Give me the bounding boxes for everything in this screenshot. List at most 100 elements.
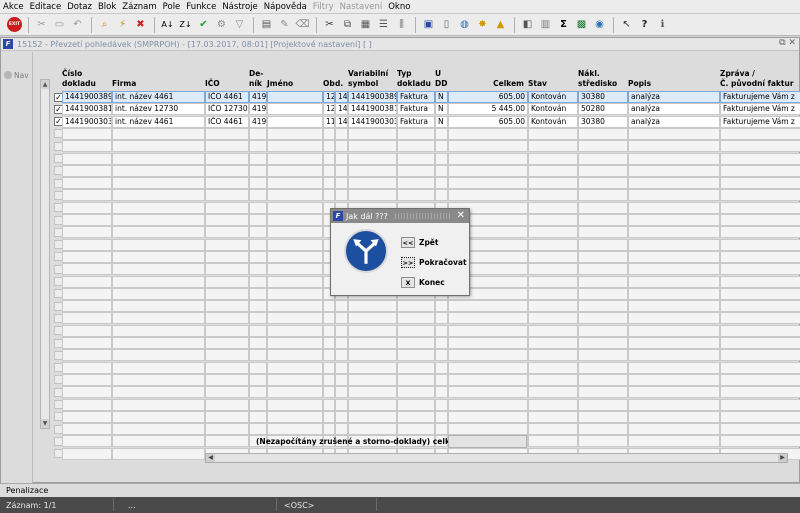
- empty-grid-cell[interactable]: [348, 152, 397, 165]
- empty-grid-cell[interactable]: [578, 201, 628, 214]
- empty-grid-cell[interactable]: [448, 189, 528, 202]
- grid-cell[interactable]: Kontován: [528, 103, 578, 116]
- empty-grid-cell[interactable]: [267, 423, 323, 436]
- empty-grid-cell[interactable]: [720, 214, 800, 226]
- empty-grid-cell[interactable]: [578, 238, 628, 251]
- nav-button[interactable]: Nav: [4, 69, 31, 81]
- empty-grid-cell[interactable]: [205, 177, 249, 190]
- empty-grid-cell[interactable]: [578, 349, 628, 362]
- help-icon[interactable]: ?: [636, 16, 653, 33]
- empty-grid-cell[interactable]: [397, 189, 435, 202]
- empty-grid-cell[interactable]: [249, 361, 267, 374]
- grid-cell[interactable]: int. název 4461: [112, 115, 205, 128]
- empty-grid-cell[interactable]: [720, 324, 800, 337]
- grid-cell[interactable]: N: [435, 91, 448, 103]
- empty-grid-cell[interactable]: [628, 275, 720, 288]
- copy-icon[interactable]: ⧉: [339, 16, 356, 33]
- empty-grid-cell[interactable]: [528, 435, 578, 448]
- empty-grid-cell[interactable]: [448, 177, 528, 190]
- empty-grid-cell[interactable]: [62, 337, 112, 349]
- scroll-left-icon[interactable]: ◀: [206, 454, 215, 462]
- empty-grid-cell[interactable]: [62, 435, 112, 448]
- empty-grid-cell[interactable]: [62, 312, 112, 325]
- grid-cell[interactable]: IČO 4461: [205, 91, 249, 103]
- vertical-scrollbar[interactable]: ▲ ▼: [40, 79, 50, 429]
- empty-grid-cell[interactable]: [528, 423, 578, 436]
- empty-grid-cell[interactable]: [267, 189, 323, 202]
- empty-grid-cell[interactable]: [249, 312, 267, 325]
- empty-grid-cell[interactable]: [323, 386, 335, 399]
- empty-grid-cell[interactable]: [720, 349, 800, 362]
- menu-item-2[interactable]: Dotaz: [67, 2, 92, 12]
- empty-grid-cell[interactable]: [348, 398, 397, 411]
- empty-grid-cell[interactable]: [348, 361, 397, 374]
- grid-cell[interactable]: IČO 12730: [205, 103, 249, 116]
- empty-grid-cell[interactable]: [62, 164, 112, 177]
- empty-grid-cell[interactable]: [628, 263, 720, 276]
- empty-grid-cell[interactable]: [628, 238, 720, 251]
- empty-grid-cell[interactable]: [267, 263, 323, 276]
- empty-grid-cell[interactable]: [528, 263, 578, 276]
- empty-grid-cell[interactable]: [249, 226, 267, 239]
- empty-grid-cell[interactable]: [335, 300, 348, 313]
- columns-icon[interactable]: ⫼: [393, 16, 410, 33]
- empty-grid-cell[interactable]: [112, 177, 205, 190]
- info-icon[interactable]: ℹ: [654, 16, 671, 33]
- empty-grid-cell[interactable]: [335, 410, 348, 423]
- empty-grid-cell[interactable]: [348, 386, 397, 399]
- empty-grid-cell[interactable]: [628, 300, 720, 313]
- empty-grid-cell[interactable]: [397, 300, 435, 313]
- empty-grid-cell[interactable]: [528, 275, 578, 288]
- empty-grid-cell[interactable]: [528, 386, 578, 399]
- empty-grid-cell[interactable]: [205, 189, 249, 202]
- form-icon[interactable]: ▣: [420, 16, 437, 33]
- empty-grid-cell[interactable]: [348, 177, 397, 190]
- grid-cell[interactable]: Faktura: [397, 103, 435, 116]
- empty-grid-cell[interactable]: [112, 226, 205, 239]
- empty-grid-cell[interactable]: [62, 324, 112, 337]
- filter-icon[interactable]: ▽: [231, 16, 248, 33]
- empty-grid-cell[interactable]: [205, 410, 249, 423]
- scroll-right-icon[interactable]: ▶: [778, 454, 787, 462]
- grid-cell[interactable]: 5 445.00: [448, 103, 528, 116]
- empty-grid-cell[interactable]: [448, 127, 528, 140]
- empty-grid-cell[interactable]: [335, 386, 348, 399]
- empty-grid-cell[interactable]: [335, 140, 348, 153]
- grid-cell[interactable]: N: [435, 115, 448, 128]
- empty-grid-cell[interactable]: [528, 250, 578, 263]
- empty-grid-cell[interactable]: [62, 410, 112, 423]
- empty-grid-cell[interactable]: [62, 238, 112, 251]
- empty-grid-cell[interactable]: [112, 373, 205, 386]
- empty-grid-cell[interactable]: [435, 312, 448, 325]
- empty-grid-cell[interactable]: [62, 349, 112, 362]
- empty-grid-cell[interactable]: [249, 214, 267, 226]
- empty-grid-cell[interactable]: [323, 164, 335, 177]
- empty-grid-cell[interactable]: [267, 214, 323, 226]
- sort-desc-icon[interactable]: Z↓: [177, 16, 194, 33]
- grid-cell[interactable]: 419: [249, 91, 267, 103]
- empty-grid-cell[interactable]: [205, 164, 249, 177]
- dialog-button-1[interactable]: >>: [401, 257, 415, 268]
- empty-grid-cell[interactable]: [249, 250, 267, 263]
- empty-grid-cell[interactable]: [628, 214, 720, 226]
- empty-grid-cell[interactable]: [249, 349, 267, 362]
- empty-grid-cell[interactable]: [435, 349, 448, 362]
- empty-grid-cell[interactable]: [267, 226, 323, 239]
- empty-grid-cell[interactable]: [578, 164, 628, 177]
- empty-grid-cell[interactable]: [249, 189, 267, 202]
- empty-grid-cell[interactable]: [205, 201, 249, 214]
- empty-grid-cell[interactable]: [205, 349, 249, 362]
- empty-grid-cell[interactable]: [323, 373, 335, 386]
- empty-grid-cell[interactable]: [335, 312, 348, 325]
- empty-grid-cell[interactable]: [335, 189, 348, 202]
- empty-grid-cell[interactable]: [112, 263, 205, 276]
- empty-grid-cell[interactable]: [335, 398, 348, 411]
- empty-grid-cell[interactable]: [112, 386, 205, 399]
- empty-grid-cell[interactable]: [112, 447, 205, 460]
- empty-grid-cell[interactable]: [205, 226, 249, 239]
- empty-grid-cell[interactable]: [448, 164, 528, 177]
- empty-grid-cell[interactable]: [448, 312, 528, 325]
- empty-grid-cell[interactable]: [435, 164, 448, 177]
- empty-grid-cell[interactable]: [205, 386, 249, 399]
- empty-grid-cell[interactable]: [205, 337, 249, 349]
